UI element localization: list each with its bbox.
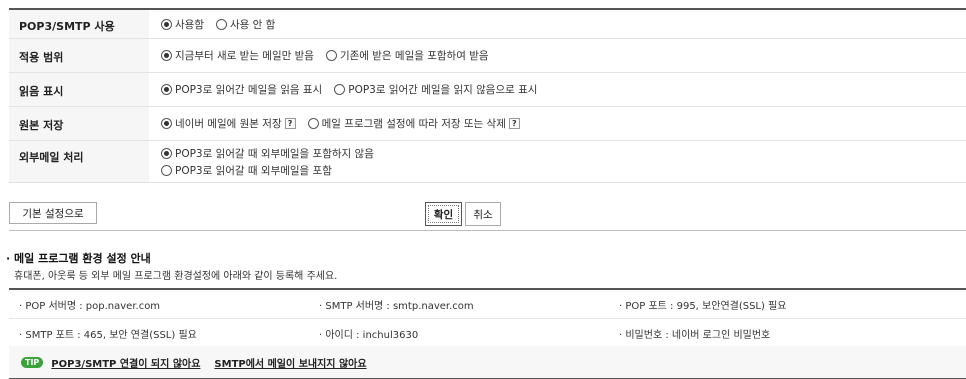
smtp-port-info: · SMTP 포트 : 465, 보안 연결(SSL) 필요 <box>19 329 197 341</box>
option-label: 사용 안 함 <box>229 18 276 31</box>
radio-selected-icon <box>161 18 172 30</box>
server-info-table: · POP 서버명 : pop.naver.com · SMTP 서버명 : s… <box>9 288 966 348</box>
tip-link-pop3-connection[interactable]: POP3/SMTP 연결이 되지 않아요 <box>51 355 200 370</box>
radio-new-only[interactable]: 지금부터 새로 받는 메일만 받음 <box>161 48 314 63</box>
pop-port-info: · POP 포트 : 995, 보안연결(SSL) 필요 <box>619 300 787 312</box>
password-info: · 비밀번호 : 네이버 로그인 비밀번호 <box>619 329 771 341</box>
radio-unselected-icon <box>325 50 337 61</box>
radio-unselected-icon <box>215 18 227 30</box>
info-row: · POP 서버명 : pop.naver.com · SMTP 서버명 : s… <box>9 290 966 319</box>
row-options: 네이버 메일에 원본 저장? 메일 프로그램 설정에 따라 저장 또는 삭제? <box>149 107 966 140</box>
radio-mark-unread[interactable]: POP3로 읽어간 메일을 읽지 않음으로 표시 <box>334 82 537 97</box>
row-options: 지금부터 새로 받는 메일만 받음 기존에 받은 메일을 포함하여 받음 <box>149 39 966 72</box>
radio-unselected-icon <box>334 84 346 95</box>
help-icon[interactable]: ? <box>508 118 520 129</box>
tip-bar: TIP POP3/SMTP 연결이 되지 않아요 SMTP에서 메일이 보내지지… <box>9 346 966 379</box>
radio-selected-icon <box>161 84 172 95</box>
guide-description: 휴대폰, 아웃룩 등 외부 메일 프로그램 환경설정에 아래와 같이 등록해 주… <box>14 271 338 282</box>
radio-mark-read[interactable]: POP3로 읽어간 메일을 읽음 표시 <box>161 82 322 97</box>
option-label: 메일 프로그램 설정에 따라 저장 또는 삭제 <box>321 118 506 130</box>
row-original-save: 원본 저장 네이버 메일에 원본 저장? 메일 프로그램 설정에 따라 저장 또… <box>9 107 966 141</box>
radio-selected-icon <box>161 118 172 129</box>
guide-title: · 메일 프로그램 환경 설정 안내 <box>6 252 151 265</box>
option-label: POP3로 읽어갈 때 외부메일을 포함하지 않음 <box>175 147 374 160</box>
pop-server-info: · POP 서버명 : pop.naver.com <box>19 300 161 312</box>
radio-selected-icon <box>161 50 172 61</box>
option-label: POP3로 읽어갈 때 외부메일을 포함 <box>175 164 332 177</box>
row-apply-scope: 적용 범위 지금부터 새로 받는 메일만 받음 기존에 받은 메일을 포함하여 … <box>9 39 966 73</box>
radio-not-use[interactable]: 사용 안 함 <box>215 17 276 32</box>
row-read-mark: 읽음 표시 POP3로 읽어간 메일을 읽음 표시 POP3로 읽어간 메일을 … <box>9 73 966 107</box>
pop3-settings-table: POP3/SMTP 사용 사용함 사용 안 함 적용 범위 지금부터 새로 받는… <box>9 8 966 183</box>
radio-include-existing[interactable]: 기존에 받은 메일을 포함하여 받음 <box>325 48 489 63</box>
radio-follow-program[interactable]: 메일 프로그램 설정에 따라 저장 또는 삭제? <box>307 116 520 131</box>
row-pop3-smtp-use: POP3/SMTP 사용 사용함 사용 안 함 <box>9 10 966 39</box>
divider <box>9 230 966 231</box>
radio-exclude-external[interactable]: POP3로 읽어갈 때 외부메일을 포함하지 않음 <box>161 146 374 161</box>
option-label: 네이버 메일에 원본 저장 <box>175 118 282 130</box>
radio-use[interactable]: 사용함 <box>161 17 204 32</box>
option-label: 기존에 받은 메일을 포함하여 받음 <box>339 50 489 62</box>
tip-link-smtp-send[interactable]: SMTP에서 메일이 보내지지 않아요 <box>214 355 366 370</box>
row-label: 원본 저장 <box>9 107 149 140</box>
help-icon[interactable]: ? <box>284 118 296 129</box>
option-label: 지금부터 새로 받는 메일만 받음 <box>175 50 314 62</box>
row-label: 외부메일 처리 <box>9 141 149 182</box>
radio-selected-icon <box>161 147 172 159</box>
info-row: · SMTP 포트 : 465, 보안 연결(SSL) 필요 · 아이디 : i… <box>9 319 966 348</box>
confirm-button[interactable]: 확인 <box>425 202 462 226</box>
radio-unselected-icon <box>161 164 172 176</box>
radio-unselected-icon <box>307 118 319 129</box>
radio-include-external[interactable]: POP3로 읽어갈 때 외부메일을 포함 <box>161 163 332 178</box>
smtp-server-info: · SMTP 서버명 : smtp.naver.com <box>319 300 474 312</box>
row-label: 적용 범위 <box>9 39 149 72</box>
row-options: POP3로 읽어간 메일을 읽음 표시 POP3로 읽어간 메일을 읽지 않음으… <box>149 73 966 106</box>
row-options: POP3로 읽어갈 때 외부메일을 포함하지 않음 POP3로 읽어갈 때 외부… <box>149 141 966 182</box>
row-label: POP3/SMTP 사용 <box>9 10 149 38</box>
cancel-button[interactable]: 취소 <box>465 202 501 226</box>
tip-badge: TIP <box>21 356 44 368</box>
option-label: 사용함 <box>175 18 204 31</box>
option-label: POP3로 읽어간 메일을 읽음 표시 <box>175 84 323 96</box>
reset-default-button[interactable]: 기본 설정으로 <box>9 202 97 224</box>
row-label: 읽음 표시 <box>9 73 149 106</box>
radio-save-original[interactable]: 네이버 메일에 원본 저장? <box>161 116 296 131</box>
option-label: POP3로 읽어간 메일을 읽지 않음으로 표시 <box>348 84 538 96</box>
user-id-info: · 아이디 : inchul3630 <box>319 329 419 341</box>
row-options: 사용함 사용 안 함 <box>149 10 966 38</box>
row-external-mail: 외부메일 처리 POP3로 읽어갈 때 외부메일을 포함하지 않음 POP3로 … <box>9 141 966 183</box>
